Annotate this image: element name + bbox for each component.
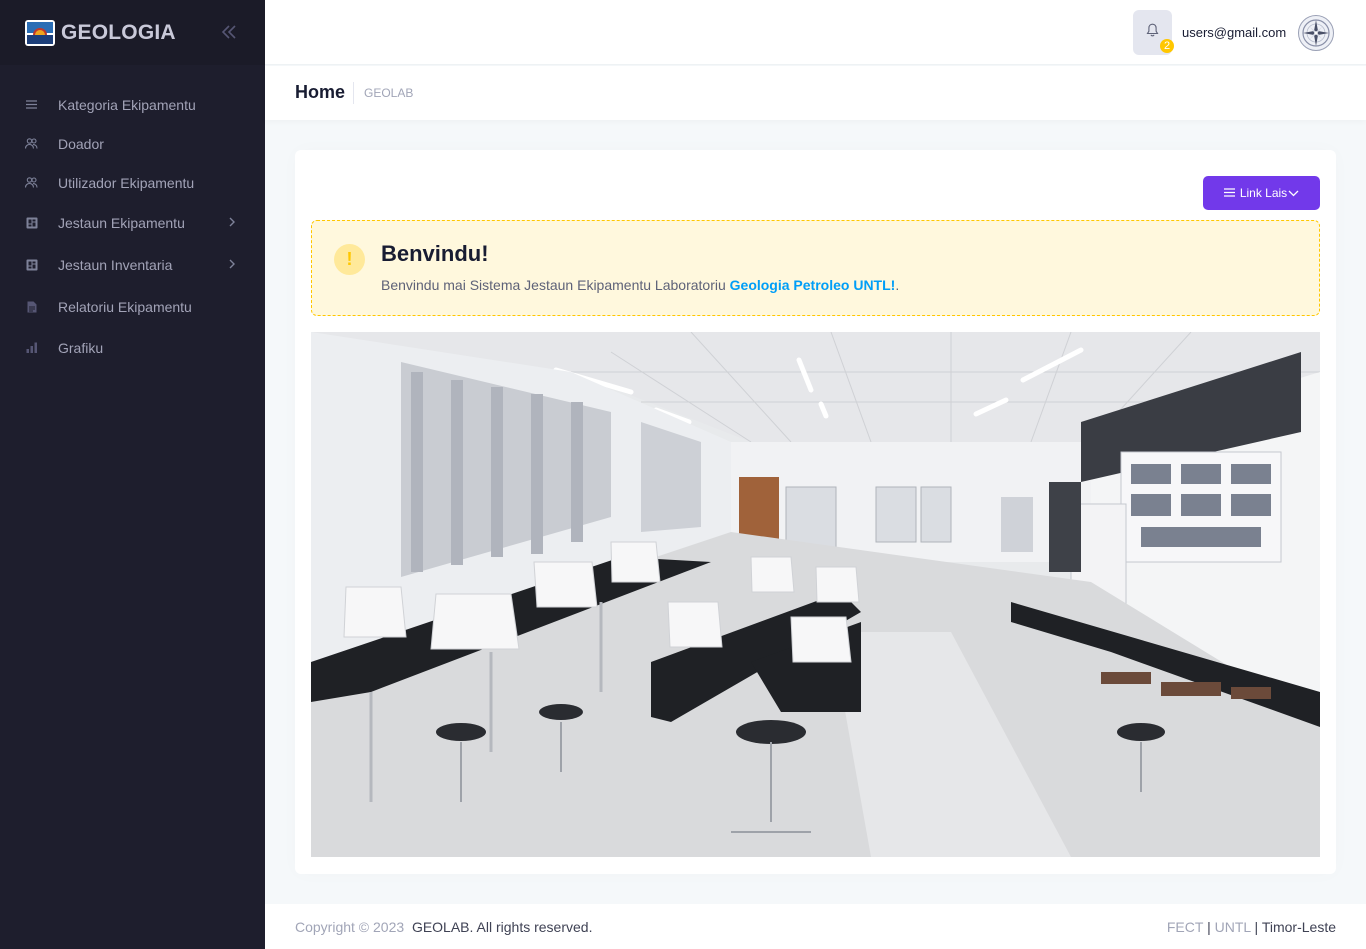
chevron-right-icon bbox=[229, 256, 235, 274]
title-divider bbox=[353, 82, 354, 104]
link-lais-label: Link Lais bbox=[1239, 186, 1288, 200]
users-icon bbox=[25, 176, 38, 189]
alert-text-prefix: Benvindu mai Sistema Jestaun Ekipamentu … bbox=[381, 277, 730, 293]
sidebar: GEOLOGIA Kategoria Ekipamentu Doador Uti… bbox=[0, 0, 265, 949]
footer-separator: | bbox=[1254, 919, 1259, 935]
warning-icon: ! bbox=[334, 244, 365, 275]
copyright: Copyright © 2023 GEOLAB. All rights rese… bbox=[295, 919, 592, 935]
avatar[interactable] bbox=[1298, 15, 1334, 51]
user-email[interactable]: users@gmail.com bbox=[1182, 25, 1286, 40]
sidebar-item-grafiku[interactable]: Grafiku bbox=[0, 328, 265, 367]
footer-brand[interactable]: GEOLAB. bbox=[412, 919, 473, 935]
collapse-sidebar-icon[interactable] bbox=[218, 22, 240, 42]
sidebar-item-jestaun-ekipamentu[interactable]: Jestaun Ekipamentu bbox=[0, 202, 265, 244]
brand-logo bbox=[25, 19, 55, 46]
chevron-down-icon bbox=[1288, 186, 1299, 200]
sidebar-item-label: Grafiku bbox=[58, 339, 104, 356]
compass-icon bbox=[1302, 19, 1330, 47]
breadcrumb[interactable]: GEOLAB bbox=[364, 86, 413, 100]
alert-text-suffix: . bbox=[895, 277, 900, 293]
alert-title: Benvindu! bbox=[381, 241, 489, 266]
footer-links: FECT | UNTL | Timor-Leste bbox=[1167, 919, 1336, 935]
footer-link-untl[interactable]: UNTL bbox=[1215, 919, 1251, 935]
sidebar-menu: Kategoria Ekipamentu Doador Utilizador E… bbox=[0, 65, 265, 367]
top-header: 2 users@gmail.com bbox=[265, 0, 1366, 65]
sidebar-item-relatoriu-ekipamentu[interactable]: Relatoriu Ekipamentu bbox=[0, 286, 265, 328]
notifications-button[interactable]: 2 bbox=[1133, 10, 1174, 55]
laboratory-image bbox=[311, 332, 1320, 857]
sidebar-item-jestaun-inventaria[interactable]: Jestaun Inventaria bbox=[0, 244, 265, 286]
sidebar-item-label: Utilizador Ekipamentu bbox=[58, 174, 195, 191]
brand[interactable]: GEOLOGIA bbox=[0, 0, 265, 65]
notification-badge: 2 bbox=[1160, 39, 1174, 53]
dashboard-icon bbox=[25, 217, 38, 230]
alert-link[interactable]: Geologia Petroleo UNTL! bbox=[730, 277, 896, 293]
link-lais-button[interactable]: Link Lais bbox=[1203, 176, 1320, 210]
sidebar-item-label: Jestaun Ekipamentu bbox=[58, 215, 185, 231]
sidebar-item-utilizador-ekipamentu[interactable]: Utilizador Ekipamentu bbox=[0, 163, 265, 202]
bar-chart-icon bbox=[25, 341, 38, 354]
welcome-alert: ! Benvindu! Benvindu mai Sistema Jestaun… bbox=[311, 220, 1320, 316]
footer-link-timor-leste[interactable]: Timor-Leste bbox=[1262, 919, 1336, 935]
footer: Copyright © 2023 GEOLAB. All rights rese… bbox=[265, 904, 1366, 949]
rights-text: All rights reserved. bbox=[476, 919, 593, 935]
copyright-text: Copyright © 2023 bbox=[295, 919, 405, 935]
laboratory-photo bbox=[311, 332, 1320, 857]
sidebar-item-doador[interactable]: Doador bbox=[0, 124, 265, 163]
brand-name: GEOLOGIA bbox=[61, 20, 176, 44]
sidebar-item-label: Doador bbox=[58, 135, 104, 152]
sidebar-item-label: Relatoriu Ekipamentu bbox=[58, 299, 192, 315]
page-toolbar: Home GEOLAB bbox=[265, 66, 1366, 120]
page-title: Home bbox=[295, 82, 346, 102]
footer-separator: | bbox=[1207, 919, 1211, 935]
bell-icon bbox=[1146, 23, 1159, 42]
dashboard-icon bbox=[25, 259, 38, 272]
welcome-card: Link Lais ! Benvindu! Benvindu mai Siste… bbox=[295, 150, 1336, 874]
list-icon bbox=[25, 98, 38, 111]
sidebar-item-label: Jestaun Inventaria bbox=[58, 257, 173, 273]
sidebar-item-kategoria-ekipamentu[interactable]: Kategoria Ekipamentu bbox=[0, 85, 265, 124]
footer-link-fect[interactable]: FECT bbox=[1167, 919, 1203, 935]
sidebar-item-label: Kategoria Ekipamentu bbox=[58, 96, 196, 113]
chevron-right-icon bbox=[229, 214, 235, 232]
users-icon bbox=[25, 137, 38, 150]
menu-icon bbox=[1223, 186, 1235, 200]
alert-text: Benvindu mai Sistema Jestaun Ekipamentu … bbox=[381, 277, 899, 293]
document-icon bbox=[25, 301, 38, 314]
